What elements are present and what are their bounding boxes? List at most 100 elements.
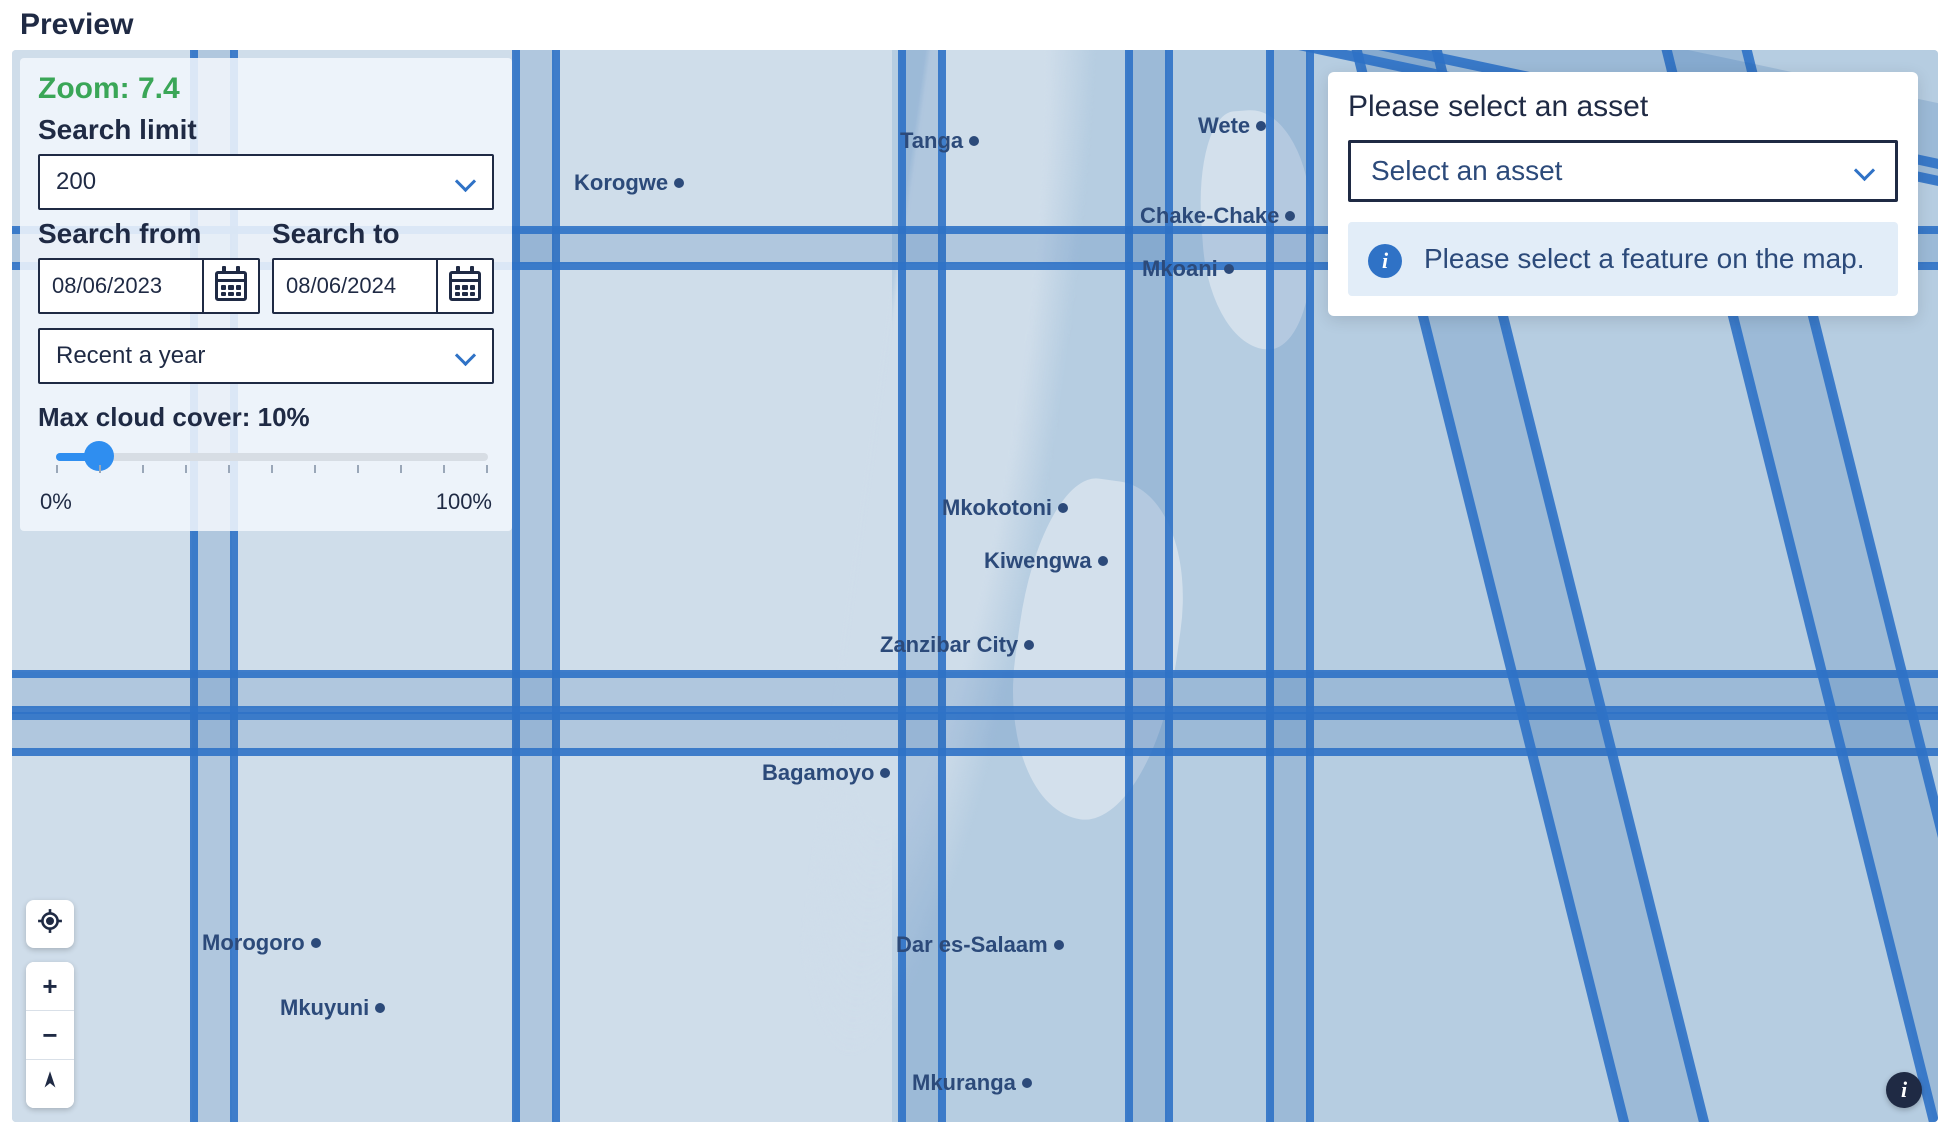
place-name: Zanzibar City [880, 632, 1018, 658]
search-from-field[interactable]: 08/06/2023 [38, 258, 260, 314]
place-label: Morogoro [202, 930, 321, 956]
map-controls: + − [26, 900, 74, 1108]
cloud-cover-slider[interactable] [38, 443, 494, 471]
cloud-value: 10% [258, 402, 310, 432]
place-name: Morogoro [202, 930, 305, 956]
place-label: Mkuranga [912, 1070, 1032, 1096]
place-dot-icon [1098, 556, 1108, 566]
place-name: Dar es-Salaam [896, 932, 1048, 958]
place-dot-icon [674, 178, 684, 188]
calendar-icon [215, 271, 247, 301]
place-name: Mkuranga [912, 1070, 1016, 1096]
info-text: Please select a feature on the map. [1424, 240, 1865, 278]
chevron-down-icon [456, 172, 476, 192]
chevron-down-icon [1855, 161, 1875, 181]
slider-max-label: 100% [436, 489, 492, 515]
search-to-label: Search to [272, 218, 494, 250]
place-dot-icon [1285, 211, 1295, 221]
cloud-cover-label: Max cloud cover: 10% [38, 402, 494, 433]
place-label: Wete [1198, 113, 1266, 139]
place-label: Tanga [900, 128, 979, 154]
zoom-prefix: Zoom: [38, 72, 138, 105]
search-to-field[interactable]: 08/06/2024 [272, 258, 494, 314]
place-label: Kiwengwa [984, 548, 1108, 574]
place-dot-icon [1058, 503, 1068, 513]
place-name: Mkuyuni [280, 995, 369, 1021]
place-label: Mkokotoni [942, 495, 1068, 521]
slider-track [56, 453, 488, 461]
slider-legend: 0% 100% [38, 489, 494, 515]
chevron-down-icon [456, 346, 476, 366]
swath-edge [938, 50, 946, 1122]
place-name: Bagamoyo [762, 760, 874, 786]
place-dot-icon [1022, 1078, 1032, 1088]
zoom-in-button[interactable]: + [26, 962, 74, 1010]
swath-edge [898, 50, 906, 1122]
place-dot-icon [880, 768, 890, 778]
place-dot-icon [375, 1003, 385, 1013]
search-from-label: Search from [38, 218, 260, 250]
info-callout: i Please select a feature on the map. [1348, 222, 1898, 296]
asset-panel-title: Please select an asset [1348, 90, 1898, 124]
swath-edge [552, 50, 560, 1122]
search-panel: Zoom: 7.4 Search limit 200 Search from 0… [20, 58, 512, 531]
place-name: Tanga [900, 128, 963, 154]
place-name: Wete [1198, 113, 1250, 139]
swath-vertical [900, 50, 940, 1122]
place-dot-icon [1054, 940, 1064, 950]
cloud-prefix: Max cloud cover: [38, 402, 258, 432]
slider-ticks [56, 465, 488, 475]
place-dot-icon [1224, 264, 1234, 274]
compass-icon [37, 1068, 63, 1101]
place-label: Bagamoyo [762, 760, 890, 786]
swath-edge [12, 670, 1938, 678]
calendar-icon [449, 271, 481, 301]
map-canvas[interactable]: Korogwe Tanga Wete Chake-Chake Mkoani Mkokoto… [12, 50, 1938, 1122]
search-from-value[interactable]: 08/06/2023 [40, 260, 204, 312]
asset-panel: Please select an asset Select an asset i… [1328, 72, 1918, 316]
place-label: Korogwe [574, 170, 684, 196]
search-to-value[interactable]: 08/06/2024 [274, 260, 438, 312]
place-dot-icon [311, 938, 321, 948]
search-limit-select[interactable]: 200 [38, 154, 494, 210]
crosshair-icon [37, 908, 63, 941]
place-label: Zanzibar City [880, 632, 1034, 658]
zoom-controls: + − [26, 962, 74, 1108]
search-limit-label: Search limit [38, 114, 494, 146]
place-label: Mkoani [1142, 256, 1234, 282]
place-label: Chake-Chake [1140, 203, 1295, 229]
asset-select-placeholder: Select an asset [1371, 155, 1562, 187]
page-title: Preview [20, 8, 133, 42]
swath-vertical [514, 50, 554, 1122]
locate-button[interactable] [26, 900, 74, 948]
attribution-button[interactable]: i [1886, 1072, 1922, 1108]
date-preset-value: Recent a year [56, 342, 205, 370]
zoom-value: 7.4 [138, 72, 180, 105]
date-preset-select[interactable]: Recent a year [38, 328, 494, 384]
place-name: Chake-Chake [1140, 203, 1279, 229]
place-label: Dar es-Salaam [896, 932, 1064, 958]
slider-min-label: 0% [40, 489, 72, 515]
place-dot-icon [969, 136, 979, 146]
place-name: Kiwengwa [984, 548, 1092, 574]
place-label: Mkuyuni [280, 995, 385, 1021]
swath-edge [1125, 50, 1133, 1122]
reset-north-button[interactable] [26, 1059, 74, 1108]
swath-edge [12, 712, 1938, 720]
calendar-button-from[interactable] [204, 260, 258, 312]
zoom-indicator: Zoom: 7.4 [38, 72, 494, 106]
place-dot-icon [1256, 121, 1266, 131]
place-name: Mkoani [1142, 256, 1218, 282]
place-name: Mkokotoni [942, 495, 1052, 521]
search-limit-value: 200 [56, 168, 96, 196]
swath-edge [12, 748, 1938, 756]
place-dot-icon [1024, 640, 1034, 650]
place-name: Korogwe [574, 170, 668, 196]
swath-edge [1306, 50, 1314, 1122]
swath-edge [512, 50, 520, 1122]
calendar-button-to[interactable] [438, 260, 492, 312]
zoom-out-button[interactable]: − [26, 1010, 74, 1059]
page-header: Preview [12, 0, 1938, 50]
asset-select[interactable]: Select an asset [1348, 140, 1898, 202]
info-icon: i [1368, 244, 1402, 278]
